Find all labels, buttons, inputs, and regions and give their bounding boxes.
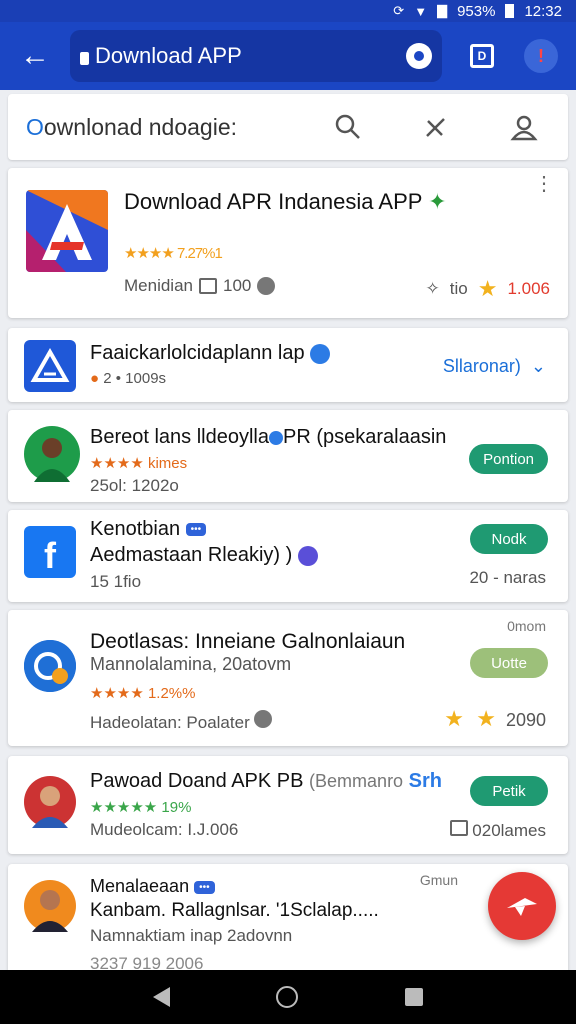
- arrow-left-icon: ←: [20, 39, 50, 72]
- avatar: [24, 776, 76, 828]
- tabs-button[interactable]: D: [470, 44, 494, 68]
- item-title: Faaickarlolcidaplann lap: [90, 342, 331, 365]
- item-meta: 3237 919 2006: [90, 954, 204, 970]
- chevron-down-icon: ⌄: [530, 356, 546, 376]
- item-title: Kenotbian •••: [90, 518, 207, 541]
- svg-text:f: f: [44, 535, 57, 576]
- list-item[interactable]: Pawoad Doand APK PB (Bemmanro Srh ★★★★★ …: [8, 756, 568, 854]
- signal-icon: ▇: [437, 3, 448, 18]
- results-list[interactable]: Oownlonad ndoagie: Download APR Indanesi…: [0, 90, 576, 970]
- calendar-icon: [199, 278, 217, 294]
- storage-icon: [449, 820, 468, 836]
- install-button[interactable]: Uotte: [470, 648, 548, 678]
- item-rating: ★★★★ kimes: [90, 455, 188, 472]
- list-item[interactable]: Faaickarlolcidaplann lap ● 2 • 1009s Sll…: [8, 328, 568, 402]
- app-logo-icon: [26, 190, 108, 272]
- avatar: [24, 426, 80, 482]
- nav-back-icon[interactable]: [153, 987, 171, 1007]
- item-title: Deotlasas: Inneiane Galnonlaiaun: [90, 630, 406, 653]
- ad-badge: •••: [185, 523, 207, 537]
- download-count-icon: [257, 277, 276, 295]
- item-tag: Gmun: [419, 872, 458, 888]
- nav-home-icon[interactable]: [276, 986, 299, 1008]
- battery-level: 953%: [457, 2, 496, 20]
- floating-action-button[interactable]: [488, 872, 556, 940]
- tools-icon[interactable]: [392, 94, 480, 160]
- status-bar: ⟳ ▼ ▇ 953% 12:32: [0, 0, 576, 22]
- item-meta: Mudeolcam: I.J.006: [90, 820, 239, 839]
- avatar: [24, 880, 76, 932]
- app-bar: ← Download APP D !: [0, 22, 576, 90]
- app-icon: [24, 640, 76, 692]
- battery-icon: [505, 4, 515, 18]
- list-item[interactable]: Menalaeaan ••• Kanbam. Rallagnlsar. '1Sc…: [8, 864, 568, 970]
- search-field[interactable]: Download APP: [70, 30, 442, 82]
- plane-icon: [507, 898, 537, 916]
- item-meta: 15 1fio: [90, 572, 142, 591]
- item-rating: ★★★★ 1.2%%: [90, 685, 196, 702]
- facebook-icon: f: [24, 526, 76, 578]
- results-toolbar: Oownlonad ndoagie:: [8, 94, 568, 160]
- list-item[interactable]: Bereot lans lldeoylla PR (psekaralaasin ★…: [8, 410, 568, 502]
- results-title: Oownlonad ndoagie:: [26, 113, 237, 140]
- app-meta: Menidian 100: [124, 276, 276, 296]
- list-item[interactable]: f Kenotbian ••• Aedmastaan Rleakiy) ) 15…: [8, 510, 568, 602]
- search-query: Download APP: [95, 43, 242, 68]
- app-score: ✧ tio ★ 1.006: [425, 276, 551, 301]
- item-meta: Hadeolatan: Poalater: [90, 710, 273, 733]
- nav-recents-icon[interactable]: [404, 988, 423, 1006]
- item-tag: 0mom: [507, 618, 546, 634]
- clock: 12:32: [524, 2, 562, 20]
- go-button[interactable]: [406, 43, 432, 69]
- wifi-icon: ▼: [414, 3, 428, 19]
- item-subtitle: Mannolalamina, 20atovm: [90, 654, 292, 674]
- install-button[interactable]: Nodk: [470, 524, 548, 554]
- verified-icon: [310, 343, 331, 364]
- install-button[interactable]: Petik: [470, 776, 548, 806]
- emoji-icon: [254, 710, 273, 728]
- list-item[interactable]: Deotlasas: Inneiane Galnonlaiaun Mannola…: [8, 610, 568, 746]
- game-icon: [297, 545, 318, 566]
- system-nav-bar: [0, 970, 576, 1024]
- profile-button[interactable]: !: [524, 39, 558, 73]
- expand-link[interactable]: Sllaronar) ⌄: [443, 356, 546, 377]
- install-button[interactable]: Pontion: [469, 444, 548, 474]
- star-icon: ★ ★: [444, 706, 496, 731]
- ad-badge: •••: [194, 880, 215, 894]
- item-title: Menalaeaan •••: [90, 876, 215, 897]
- item-score: ★ ★ 2090: [444, 706, 546, 731]
- item-rating: ★★★★★ 19%: [90, 799, 192, 816]
- app-rating: ★★★★ 7.27%1: [124, 245, 223, 262]
- item-meta: 25ol: 1202o: [90, 476, 179, 495]
- featured-app-card[interactable]: Download APR Indanesia APP ✦ ★★★★ 7.27%1…: [8, 168, 568, 318]
- more-options-button[interactable]: ⋮: [534, 174, 554, 194]
- verified-icon: [269, 430, 283, 445]
- item-subtitle: Kanbam. Rallagnlsar. '1Sclalap.....: [90, 900, 379, 921]
- item-subtitle: Aedmastaan Rleakiy) ): [90, 544, 318, 567]
- sync-icon: ⟳: [393, 3, 405, 18]
- item-subtitle: ● 2 • 1009s: [90, 370, 167, 387]
- app-icon: [24, 340, 76, 392]
- item-size: 20 - naras: [469, 568, 546, 587]
- app-title[interactable]: Download APR Indanesia APP ✦: [124, 188, 454, 215]
- item-description: Namnaktiam inap 2adovnn: [90, 926, 293, 945]
- verified-icon: ✦: [428, 189, 447, 214]
- account-icon[interactable]: [480, 94, 568, 160]
- star-icon: ★: [477, 276, 498, 301]
- item-title: Bereot lans lldeoylla PR (psekaralaasin: [90, 426, 447, 448]
- lock-icon: [80, 51, 89, 65]
- search-icon[interactable]: [304, 94, 392, 160]
- item-size: 020lames: [449, 820, 546, 841]
- share-icon[interactable]: ✧: [426, 279, 440, 299]
- item-title: Pawoad Doand APK PB (Bemmanro Srh: [90, 770, 442, 792]
- back-button[interactable]: ←: [0, 22, 70, 90]
